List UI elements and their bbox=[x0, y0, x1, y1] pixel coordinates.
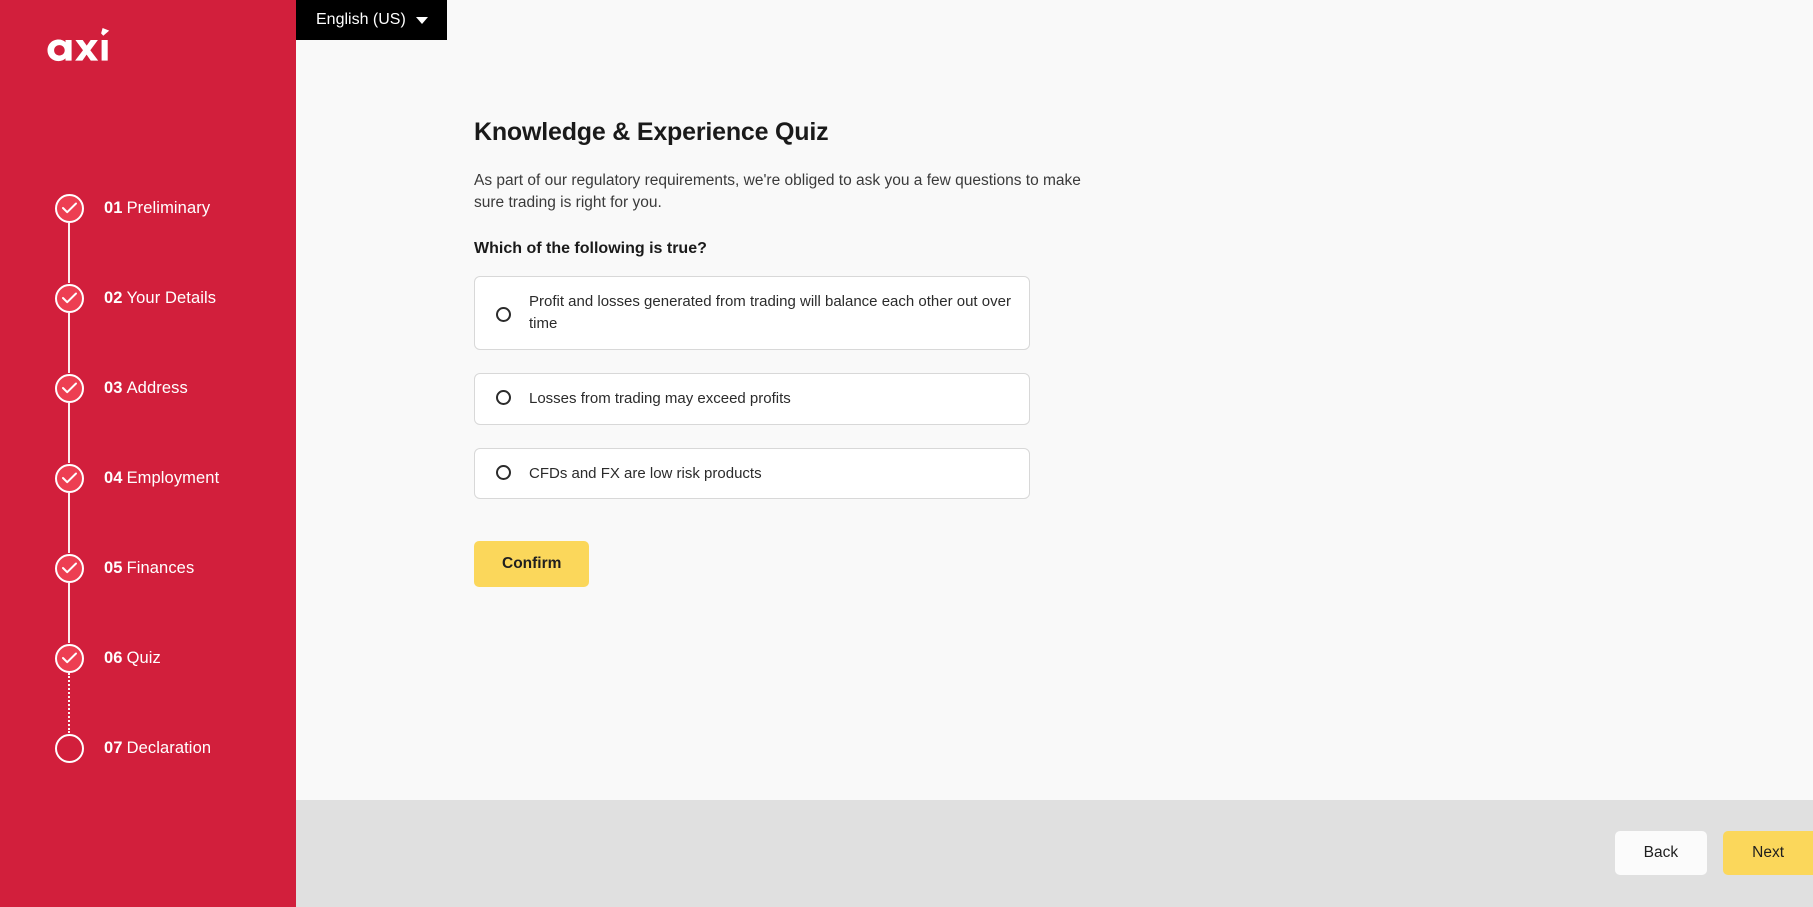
step-name: Employment bbox=[126, 468, 220, 487]
sidebar-step-address[interactable]: 03 Address bbox=[0, 343, 296, 463]
radio-button-icon[interactable] bbox=[496, 464, 511, 480]
answer-options: Profit and losses generated from trading… bbox=[474, 276, 1030, 500]
step-check-icon bbox=[55, 463, 84, 493]
step-number: 06 bbox=[104, 648, 123, 667]
progress-steps: 01 Preliminary 02 Your Details 03 Address bbox=[0, 163, 296, 793]
sidebar-step-label: 06 Quiz bbox=[104, 649, 161, 668]
step-number: 03 bbox=[104, 378, 123, 397]
step-name: Your Details bbox=[126, 288, 217, 307]
step-check-icon bbox=[55, 643, 84, 673]
sidebar-step-label: 07 Declaration bbox=[104, 739, 211, 758]
footer-bar: Back Next bbox=[296, 800, 1813, 907]
step-check-icon bbox=[55, 553, 84, 583]
page-title: Knowledge & Experience Quiz bbox=[474, 118, 829, 146]
step-number: 07 bbox=[104, 738, 123, 757]
step-name: Quiz bbox=[126, 648, 161, 667]
step-connector bbox=[68, 583, 70, 643]
sidebar-step-your-details[interactable]: 02 Your Details bbox=[0, 253, 296, 373]
step-number: 05 bbox=[104, 558, 123, 577]
radio-button-icon[interactable] bbox=[496, 306, 511, 322]
answer-option-label: Profit and losses generated from trading… bbox=[529, 293, 1011, 333]
next-button[interactable]: Next bbox=[1723, 831, 1813, 875]
page-description: As part of our regulatory requirements, … bbox=[474, 172, 1081, 212]
answer-option[interactable]: CFDs and FX are low risk products bbox=[474, 447, 1030, 500]
step-connector bbox=[68, 403, 70, 463]
sidebar-step-preliminary[interactable]: 01 Preliminary bbox=[0, 163, 296, 283]
step-name: Address bbox=[126, 378, 188, 397]
question-text: Which of the following is true? bbox=[474, 240, 707, 258]
answer-option[interactable]: Losses from trading may exceed profits bbox=[474, 372, 1030, 425]
step-connector bbox=[68, 673, 70, 733]
language-label: English (US) bbox=[316, 11, 406, 28]
step-number: 02 bbox=[104, 288, 123, 307]
answer-option[interactable]: Profit and losses generated from trading… bbox=[474, 276, 1030, 350]
step-check-icon bbox=[55, 193, 84, 223]
step-check-icon bbox=[55, 373, 84, 403]
sidebar-step-quiz[interactable]: 06 Quiz bbox=[0, 613, 296, 733]
sidebar: 01 Preliminary 02 Your Details 03 Address bbox=[0, 0, 296, 907]
step-number: 01 bbox=[104, 198, 123, 217]
axi-logo bbox=[44, 28, 118, 70]
step-name: Preliminary bbox=[126, 198, 211, 217]
answer-option-label: Losses from trading may exceed profits bbox=[529, 389, 791, 407]
radio-button-icon[interactable] bbox=[496, 389, 511, 405]
quiz-form: Knowledge & Experience Quiz As part of o… bbox=[474, 118, 1214, 588]
sidebar-step-label: 03 Address bbox=[104, 379, 188, 398]
sidebar-step-label: 02 Your Details bbox=[104, 289, 216, 308]
sidebar-step-declaration[interactable]: 07 Declaration bbox=[0, 703, 296, 793]
answer-option-label: CFDs and FX are low risk products bbox=[529, 464, 762, 482]
step-connector bbox=[68, 223, 70, 283]
footer-actions: Back Next bbox=[1614, 831, 1813, 875]
step-check-icon bbox=[55, 283, 84, 313]
language-selector[interactable]: English (US) bbox=[296, 0, 447, 40]
step-empty-circle-icon bbox=[55, 733, 84, 763]
sidebar-step-finances[interactable]: 05 Finances bbox=[0, 523, 296, 643]
sidebar-step-label: 01 Preliminary bbox=[104, 199, 210, 218]
sidebar-step-label: 05 Finances bbox=[104, 559, 194, 578]
step-connector bbox=[68, 493, 70, 553]
step-number: 04 bbox=[104, 468, 123, 487]
chevron-down-icon bbox=[415, 16, 428, 24]
registration-page: 01 Preliminary 02 Your Details 03 Address bbox=[0, 0, 1813, 907]
back-button[interactable]: Back bbox=[1614, 831, 1708, 875]
step-name: Finances bbox=[126, 558, 195, 577]
sidebar-step-employment[interactable]: 04 Employment bbox=[0, 433, 296, 553]
main-content: Knowledge & Experience Quiz As part of o… bbox=[296, 40, 1813, 800]
step-connector bbox=[68, 313, 70, 373]
confirm-button[interactable]: Confirm bbox=[474, 541, 590, 588]
sidebar-step-label: 04 Employment bbox=[104, 469, 219, 488]
step-name: Declaration bbox=[126, 738, 212, 757]
